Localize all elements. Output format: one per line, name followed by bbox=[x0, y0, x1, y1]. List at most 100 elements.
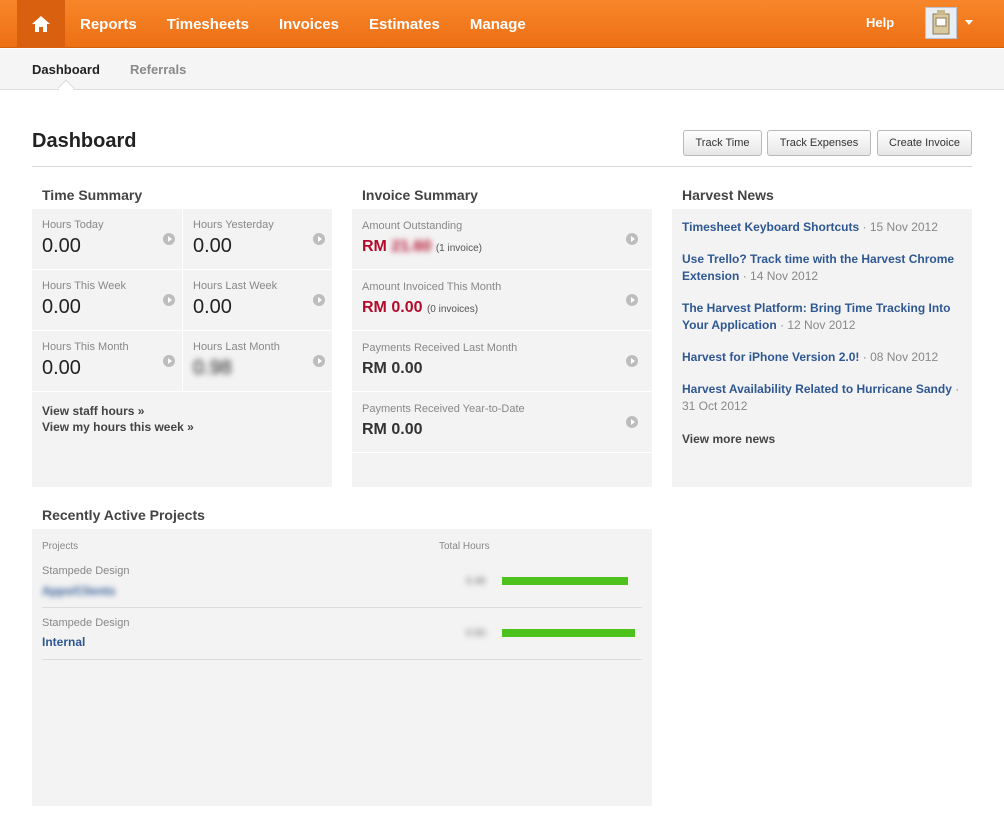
view-staff-hours-link[interactable]: View staff hours » bbox=[42, 404, 144, 418]
news-heading: Harvest News bbox=[682, 187, 774, 203]
projects-heading: Recently Active Projects bbox=[42, 507, 205, 523]
amount: 0.00 bbox=[391, 360, 423, 377]
invoice-count: (0 invoices) bbox=[426, 304, 479, 315]
row-divider bbox=[42, 659, 642, 660]
news-date: 15 Nov 2012 bbox=[869, 220, 938, 234]
cell-value: 0.00 bbox=[193, 235, 232, 257]
divider bbox=[352, 452, 652, 453]
hours-this-month-cell[interactable]: Hours This Month 0.00 bbox=[42, 341, 129, 380]
hours-last-month-cell[interactable]: Hours Last Month 0.98 bbox=[193, 341, 280, 380]
divider bbox=[182, 209, 183, 392]
amount-outstanding-row[interactable]: Amount Outstanding RM 21.60 (1 invoice) bbox=[362, 220, 482, 256]
invoice-summary-panel: Amount Outstanding RM 21.60 (1 invoice) … bbox=[352, 209, 652, 487]
cell-value: 0.98 bbox=[193, 357, 232, 379]
currency: RM bbox=[362, 238, 387, 255]
amount: 0.00 bbox=[391, 299, 423, 316]
track-time-button[interactable]: Track Time bbox=[683, 130, 762, 156]
news-item: Harvest Availability Related to Hurrican… bbox=[682, 381, 962, 415]
project-link[interactable]: Apps/Clients bbox=[42, 584, 115, 598]
divider bbox=[352, 330, 652, 331]
news-date: 08 Nov 2012 bbox=[870, 350, 939, 364]
arrow-right-icon[interactable] bbox=[626, 233, 638, 245]
arrow-right-icon[interactable] bbox=[626, 355, 638, 367]
news-date: 12 Nov 2012 bbox=[787, 318, 856, 332]
payments-ytd-row[interactable]: Payments Received Year-to-Date RM 0.00 bbox=[362, 403, 525, 439]
news-date-sep: · bbox=[951, 382, 960, 396]
nav-help[interactable]: Help bbox=[866, 15, 894, 30]
chevron-down-icon[interactable] bbox=[965, 20, 973, 25]
cell-label: Hours Last Month bbox=[193, 341, 280, 353]
row-label: Amount Invoiced This Month bbox=[362, 281, 502, 293]
active-tab-pointer bbox=[57, 79, 75, 97]
arrow-right-icon[interactable] bbox=[163, 233, 175, 245]
projects-column-header: Projects bbox=[42, 541, 79, 552]
divider bbox=[32, 269, 332, 270]
project-client: Stampede Design bbox=[42, 617, 130, 629]
nav-estimates[interactable]: Estimates bbox=[369, 16, 440, 33]
currency: RM bbox=[362, 299, 387, 316]
avatar[interactable] bbox=[925, 7, 957, 39]
header-divider bbox=[32, 166, 972, 167]
cell-value: 0.00 bbox=[193, 296, 232, 318]
news-link[interactable]: Harvest Availability Related to Hurrican… bbox=[682, 382, 952, 396]
nav-manage[interactable]: Manage bbox=[470, 16, 526, 33]
news-date: 31 Oct 2012 bbox=[682, 399, 748, 413]
arrow-right-icon[interactable] bbox=[313, 355, 325, 367]
view-more-news-link[interactable]: View more news bbox=[682, 432, 775, 446]
cell-value: 0.00 bbox=[42, 296, 81, 318]
divider bbox=[32, 330, 332, 331]
news-item: Use Trello? Track time with the Harvest … bbox=[682, 251, 962, 285]
news-date-sep: · bbox=[776, 318, 788, 332]
hours-yesterday-cell[interactable]: Hours Yesterday 0.00 bbox=[193, 219, 274, 258]
sub-nav: Dashboard Referrals bbox=[0, 49, 1004, 97]
cell-label: Hours This Week bbox=[42, 280, 126, 292]
create-invoice-button[interactable]: Create Invoice bbox=[877, 130, 972, 156]
time-summary-panel: Hours Today 0.00 Hours Yesterday 0.00 Ho… bbox=[32, 209, 332, 487]
project-client: Stampede Design bbox=[42, 565, 130, 577]
cell-label: Hours This Month bbox=[42, 341, 129, 353]
project-hours-bar bbox=[502, 577, 628, 585]
arrow-right-icon[interactable] bbox=[313, 294, 325, 306]
cell-label: Hours Today bbox=[42, 219, 104, 231]
tab-referrals[interactable]: Referrals bbox=[130, 62, 186, 77]
arrow-right-icon[interactable] bbox=[163, 294, 175, 306]
project-link[interactable]: Internal bbox=[42, 635, 85, 649]
cell-value: 0.00 bbox=[42, 235, 81, 257]
news-date-sep: · bbox=[859, 220, 870, 234]
view-my-hours-link[interactable]: View my hours this week » bbox=[42, 420, 194, 434]
track-expenses-button[interactable]: Track Expenses bbox=[767, 130, 871, 156]
arrow-right-icon[interactable] bbox=[626, 294, 638, 306]
arrow-right-icon[interactable] bbox=[163, 355, 175, 367]
payments-last-month-row[interactable]: Payments Received Last Month RM 0.00 bbox=[362, 342, 517, 378]
news-item: Timesheet Keyboard Shortcuts · 15 Nov 20… bbox=[682, 219, 962, 236]
hours-today-cell[interactable]: Hours Today 0.00 bbox=[42, 219, 104, 258]
home-button[interactable] bbox=[17, 0, 65, 48]
amount: 21.60 bbox=[391, 238, 432, 255]
row-label: Amount Outstanding bbox=[362, 220, 463, 232]
tab-dashboard[interactable]: Dashboard bbox=[32, 62, 100, 77]
nav-reports[interactable]: Reports bbox=[80, 16, 137, 33]
news-date-sep: · bbox=[859, 350, 871, 364]
news-link[interactable]: Timesheet Keyboard Shortcuts bbox=[682, 220, 859, 234]
hours-this-week-cell[interactable]: Hours This Week 0.00 bbox=[42, 280, 126, 319]
nav-timesheets[interactable]: Timesheets bbox=[167, 16, 249, 33]
invoice-count: (1 invoice) bbox=[435, 243, 482, 254]
divider bbox=[352, 391, 652, 392]
page-title: Dashboard bbox=[32, 130, 137, 152]
news-link[interactable]: Harvest for iPhone Version 2.0! bbox=[682, 350, 859, 364]
main-nav: Reports Timesheets Invoices Estimates Ma… bbox=[80, 0, 556, 48]
currency: RM bbox=[362, 421, 387, 438]
news-item: The Harvest Platform: Bring Time Trackin… bbox=[682, 300, 962, 334]
row-divider bbox=[42, 607, 642, 608]
home-icon bbox=[32, 16, 50, 32]
cell-label: Hours Last Week bbox=[193, 280, 278, 292]
row-label: Payments Received Last Month bbox=[362, 342, 518, 354]
amount-invoiced-row[interactable]: Amount Invoiced This Month RM 0.00 (0 in… bbox=[362, 281, 501, 317]
arrow-right-icon[interactable] bbox=[626, 416, 638, 428]
top-nav: Reports Timesheets Invoices Estimates Ma… bbox=[0, 0, 1004, 48]
project-hours-bar bbox=[502, 629, 635, 637]
hours-last-week-cell[interactable]: Hours Last Week 0.00 bbox=[193, 280, 277, 319]
nav-invoices[interactable]: Invoices bbox=[279, 16, 339, 33]
arrow-right-icon[interactable] bbox=[313, 233, 325, 245]
divider bbox=[352, 269, 652, 270]
